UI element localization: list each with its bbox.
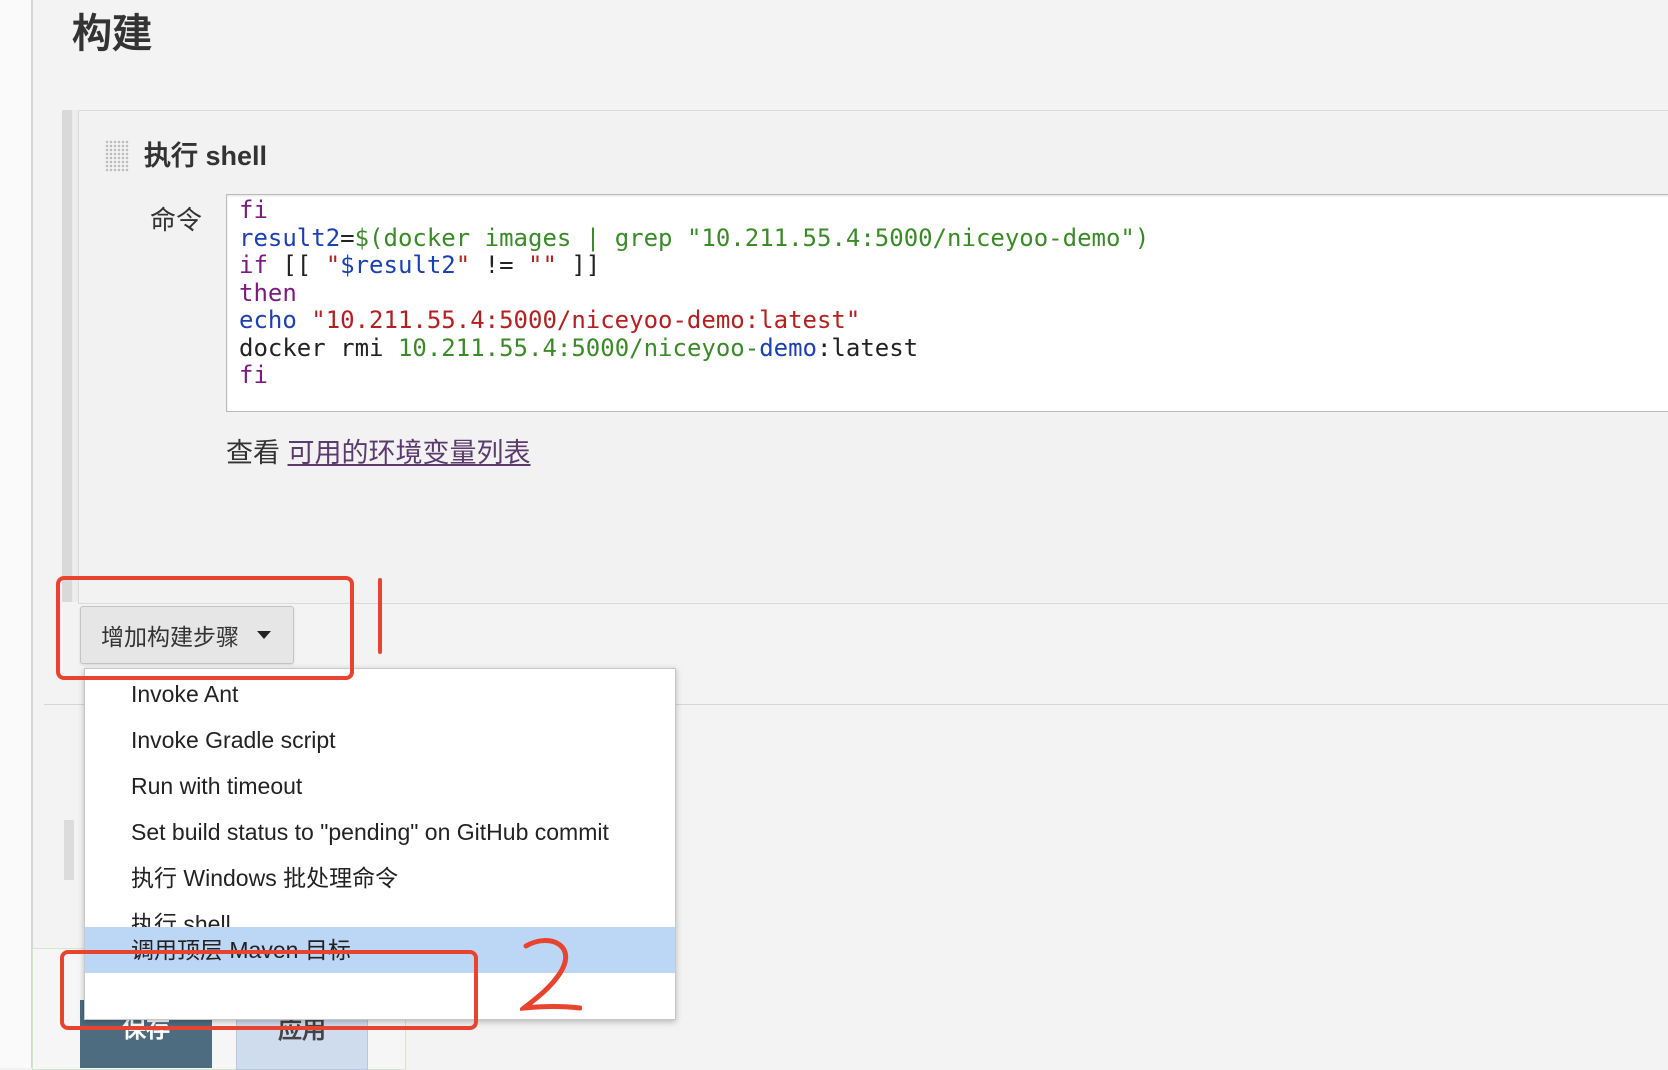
left-divider [31, 0, 33, 1068]
code-line-4: then [239, 278, 297, 307]
command-code[interactable]: fi result2=$(docker images | grep "10.21… [239, 196, 1150, 390]
code-line-5: echo "10.211.55.4:5000/niceyoo-demo:late… [239, 306, 861, 334]
command-editor[interactable]: fi result2=$(docker images | grep "10.21… [226, 194, 1668, 412]
annotation-mark-1 [378, 578, 382, 654]
left-strip [0, 0, 31, 1068]
code-line-1: fi [239, 196, 268, 224]
code-line-7: fi [239, 361, 268, 389]
menu-item-run-with-timeout[interactable]: Run with timeout [85, 763, 675, 809]
annotation-mark-2 [520, 938, 582, 1011]
obscured-element [64, 820, 74, 880]
menu-item-windows-batch[interactable]: 执行 Windows 批处理命令 [85, 855, 675, 901]
menu-item-invoke-gradle[interactable]: Invoke Gradle script [85, 717, 675, 763]
code-line-2: result2=$(docker images | grep "10.211.5… [239, 223, 1150, 252]
step-title: 执行 shell [144, 141, 268, 171]
code-line-3: if [[ "$result2" != "" ]] [239, 251, 601, 279]
annotation-box-2 [60, 950, 478, 1030]
menu-item-github-pending[interactable]: Set build status to "pending" on GitHub … [85, 809, 675, 855]
section-title: 构建 [72, 12, 152, 56]
env-vars-link[interactable]: 可用的环境变量列表 [288, 438, 531, 468]
env-vars-line: 查看 可用的环境变量列表 [226, 434, 531, 472]
annotation-box-1 [56, 576, 354, 680]
code-line-6: docker rmi 10.211.55.4:5000/niceyoo-demo… [239, 333, 919, 362]
command-label: 命令 [150, 205, 203, 235]
drag-handle-icon[interactable] [105, 140, 129, 172]
env-prefix: 查看 [226, 438, 280, 468]
